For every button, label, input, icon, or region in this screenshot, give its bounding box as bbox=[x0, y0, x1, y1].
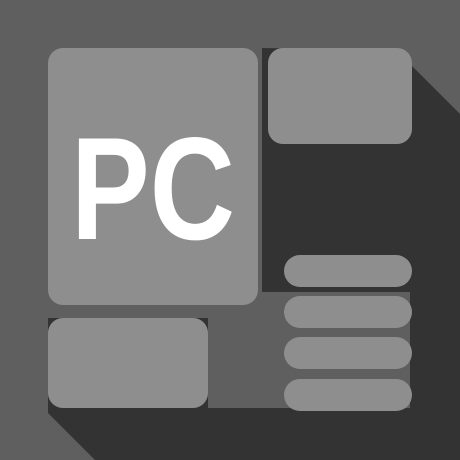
menu-bar-3 bbox=[284, 337, 412, 369]
app-icon[interactable]: PC bbox=[0, 0, 460, 460]
pc-label: PC bbox=[71, 107, 235, 270]
menu-bar-1 bbox=[284, 255, 412, 287]
menu-bar-4 bbox=[284, 379, 412, 411]
app-icon-artwork: PC bbox=[0, 0, 460, 460]
menu-bar-2 bbox=[284, 296, 412, 328]
bottom-left-tile bbox=[48, 318, 208, 408]
top-right-tile bbox=[268, 48, 412, 144]
